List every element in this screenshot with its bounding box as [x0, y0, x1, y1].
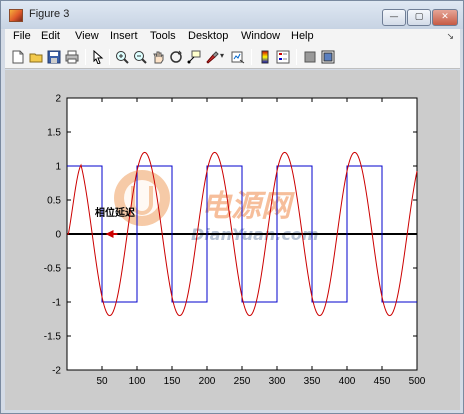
link-plot-icon[interactable] — [231, 50, 245, 64]
x-tick-label: 300 — [269, 376, 286, 387]
y-tick-label: -2 — [52, 366, 61, 377]
menu-help[interactable]: Help — [291, 30, 314, 42]
maximize-button[interactable]: ▢ — [407, 9, 431, 26]
show-plot-tools-icon[interactable] — [321, 50, 335, 64]
watermark-cn-text: 电源网 — [201, 189, 295, 224]
close-button[interactable]: ✕ — [432, 9, 458, 26]
title-bar[interactable]: Figure 3 — ▢ ✕ — [1, 1, 463, 29]
figure-window: Figure 3 — ▢ ✕ File Edit View Insert Too… — [0, 0, 464, 414]
x-tick-label: 100 — [129, 376, 146, 387]
zoom-out-icon[interactable] — [133, 50, 147, 64]
figure-toolbar: ▾ — [5, 45, 460, 69]
open-file-icon[interactable] — [29, 50, 43, 64]
x-tick-label: 450 — [374, 376, 391, 387]
brush-icon[interactable] — [205, 50, 219, 64]
print-icon[interactable] — [65, 50, 79, 64]
y-tick-label: 2 — [55, 94, 61, 105]
x-tick-label: 350 — [304, 376, 321, 387]
menu-desktop[interactable]: Desktop — [188, 30, 228, 42]
y-tick-label: -1.5 — [44, 332, 62, 343]
window-title: Figure 3 — [29, 8, 70, 20]
x-tick-label: 200 — [199, 376, 216, 387]
x-tick-label: 250 — [234, 376, 251, 387]
y-tick-label: 1.5 — [47, 128, 61, 139]
legend-icon[interactable] — [276, 50, 290, 64]
minimize-button[interactable]: — — [382, 9, 406, 26]
hide-plot-tools-icon[interactable] — [303, 50, 317, 64]
dock-arrow-icon[interactable]: ↘ — [446, 31, 454, 42]
menu-edit[interactable]: Edit — [41, 30, 60, 42]
rotate-3d-icon[interactable] — [169, 50, 183, 64]
new-figure-icon[interactable] — [11, 50, 25, 64]
x-tick-label: 500 — [409, 376, 426, 387]
colorbar-icon[interactable] — [258, 50, 272, 64]
save-icon[interactable] — [47, 50, 61, 64]
menu-view[interactable]: View — [75, 30, 99, 42]
y-tick-label: 0.5 — [47, 196, 61, 207]
figure-canvas: 电源网 DianYuan.com 50 100 150 200 250 300 350 400… — [5, 70, 460, 410]
pointer-icon[interactable] — [91, 50, 105, 64]
x-tick-label: 400 — [339, 376, 356, 387]
toolbar-separator — [109, 49, 110, 65]
zoom-in-icon[interactable] — [115, 50, 129, 64]
toolbar-separator — [251, 49, 252, 65]
x-tick-label: 50 — [96, 376, 108, 387]
data-cursor-icon[interactable] — [187, 50, 201, 64]
menu-tools[interactable]: Tools — [150, 30, 176, 42]
matlab-figure-icon — [9, 9, 23, 22]
annotation-text: 相位延迟 — [95, 206, 135, 219]
menu-window[interactable]: Window — [241, 30, 280, 42]
y-tick-label: 1 — [55, 162, 61, 173]
menu-file[interactable]: File — [13, 30, 31, 42]
x-tick-label: 150 — [164, 376, 181, 387]
toolbar-separator — [296, 49, 297, 65]
plot-svg[interactable]: 电源网 DianYuan.com 50 100 150 200 250 300 350 400… — [5, 70, 460, 410]
y-tick-label: -0.5 — [44, 264, 62, 275]
y-tick-label: 0 — [55, 230, 61, 241]
pan-icon[interactable] — [151, 50, 165, 64]
brush-dropdown-icon[interactable]: ▾ — [220, 51, 224, 60]
menu-bar: File Edit View Insert Tools Desktop Wind… — [5, 29, 460, 45]
menu-insert[interactable]: Insert — [110, 30, 138, 42]
toolbar-separator — [85, 49, 86, 65]
y-tick-label: -1 — [52, 298, 61, 309]
